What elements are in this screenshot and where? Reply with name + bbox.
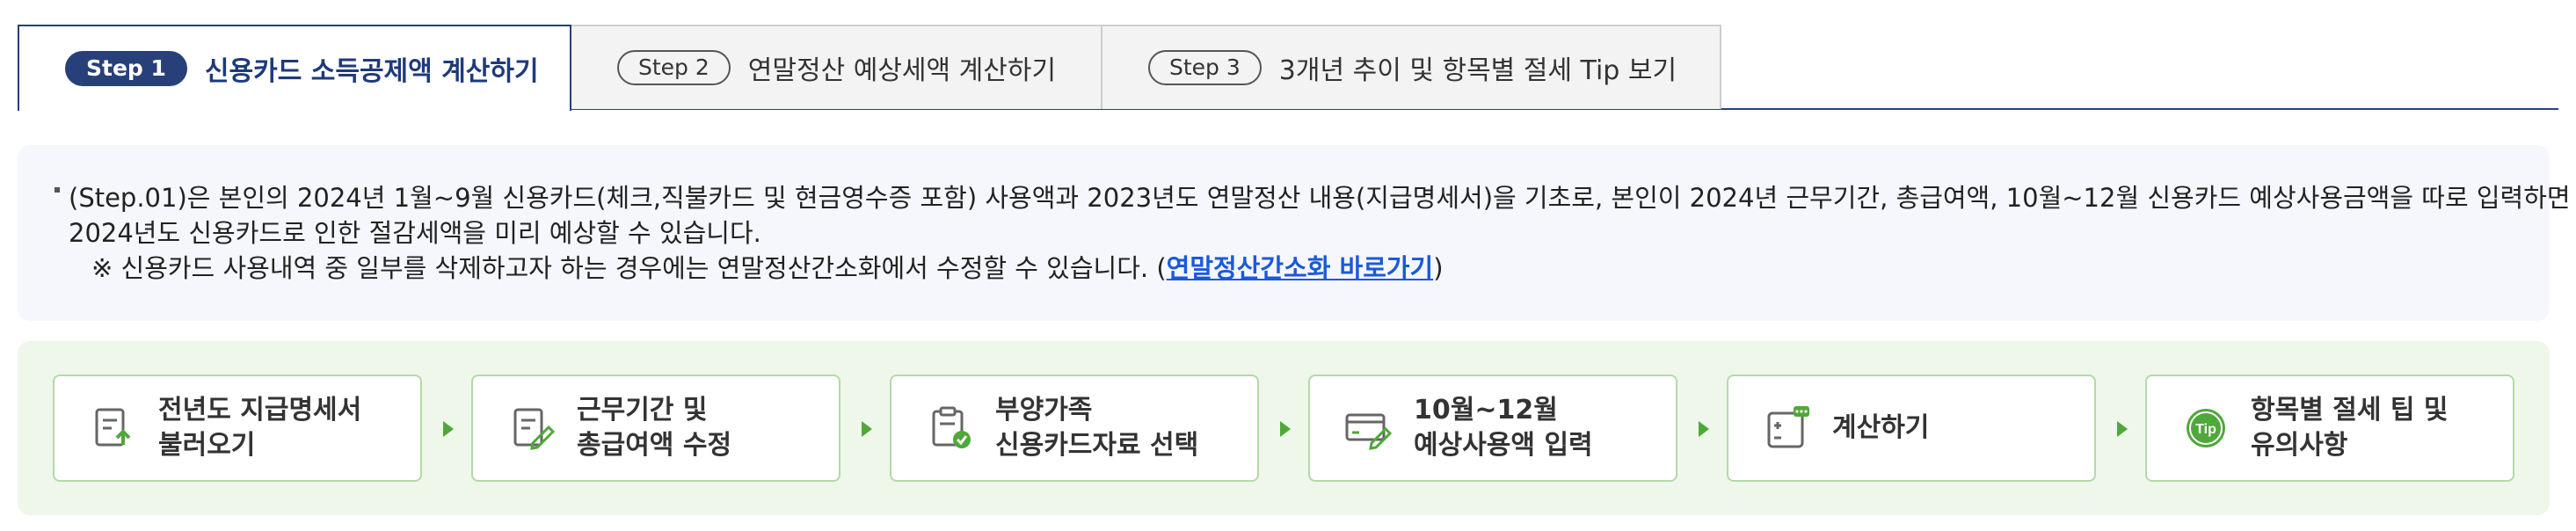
info-note: ※ 신용카드 사용내역 중 일부를 삭제하고자 하는 경우에는 연말정산간소화에… xyxy=(69,251,2514,286)
bullet-icon xyxy=(55,187,60,193)
flow-arrow-icon xyxy=(1280,421,1291,437)
tab-step-badge: Step 2 xyxy=(617,50,731,85)
tab-step-1[interactable]: Step 1 신용카드 소득공제액 계산하기 xyxy=(18,25,571,111)
note-prefix: ※ 신용카드 사용내역 중 일부를 삭제하고자 하는 경우에는 연말정산간소화에… xyxy=(91,253,1167,283)
tab-step-badge: Step 3 xyxy=(1148,50,1262,85)
step-tabs: Step 1 신용카드 소득공제액 계산하기 Step 2 연말정산 예상세액 … xyxy=(18,25,1721,111)
step-card-select-dependents[interactable]: 부양가족 신용카드자료 선택 xyxy=(890,375,1259,482)
tab-step-badge: Step 1 xyxy=(65,51,187,86)
info-text-line-2: 2024년도 신용카드로 인한 절감세액을 미리 예상할 수 있습니다. xyxy=(69,218,761,248)
card-input-icon xyxy=(1345,413,1393,450)
step-card-edit-period[interactable]: 근무기간 및 총급여액 수정 xyxy=(471,375,840,482)
step-card-tips[interactable]: Tip 항목별 절세 팁 및 유의사항 xyxy=(2145,375,2514,482)
document-upload-icon xyxy=(95,408,131,447)
tab-step-3[interactable]: Step 3 3개년 추이 및 항목별 절세 Tip 보기 xyxy=(1101,25,1721,109)
svg-text:Tip: Tip xyxy=(2195,422,2216,437)
tab-label: 연말정산 예상세액 계산하기 xyxy=(747,55,1057,86)
step-label: 부양가족 신용카드자료 선택 xyxy=(995,395,1199,461)
step-card-load-statement[interactable]: 전년도 지급명세서 불러오기 xyxy=(53,375,422,482)
simplified-service-link[interactable]: 연말정산간소화 바로가기 xyxy=(1167,253,1434,283)
process-flow: 전년도 지급명세서 불러오기 근무기간 및 총급여액 수정 부양가족 신용카드자… xyxy=(18,341,2550,515)
step-label: 근무기간 및 총급여액 수정 xyxy=(577,395,732,461)
tip-icon: Tip xyxy=(2187,409,2225,447)
step-card-expected-usage[interactable]: 10월~12월 예상사용액 입력 xyxy=(1308,375,1677,482)
tab-step-2[interactable]: Step 2 연말정산 예상세액 계산하기 xyxy=(570,25,1102,109)
note-suffix: ) xyxy=(1433,253,1444,283)
step-label: 계산하기 xyxy=(1832,412,1930,443)
step-label: 10월~12월 예상사용액 입력 xyxy=(1414,395,1593,461)
flow-arrow-icon xyxy=(443,421,454,437)
flow-arrow-icon xyxy=(2117,421,2128,437)
step-card-calculate[interactable]: 계산하기 xyxy=(1727,375,2096,482)
step-label: 전년도 지급명세서 불러오기 xyxy=(158,395,362,461)
flow-arrow-icon xyxy=(1699,421,1709,437)
tab-label: 3개년 추이 및 항목별 절세 Tip 보기 xyxy=(1278,55,1677,86)
info-box: (Step.01)은 본인의 2024년 1월~9월 신용카드(체크,직불카드 … xyxy=(18,145,2571,321)
info-text-line-1: (Step.01)은 본인의 2024년 1월~9월 신용카드(체크,직불카드 … xyxy=(69,183,2571,213)
clipboard-check-icon xyxy=(932,406,971,448)
step-label: 항목별 절세 팁 및 유의사항 xyxy=(2251,395,2449,461)
calculator-icon xyxy=(1767,406,1809,448)
tab-label: 신용카드 소득공제액 계산하기 xyxy=(204,56,539,87)
document-edit-icon xyxy=(513,408,556,450)
flow-arrow-icon xyxy=(862,421,872,437)
